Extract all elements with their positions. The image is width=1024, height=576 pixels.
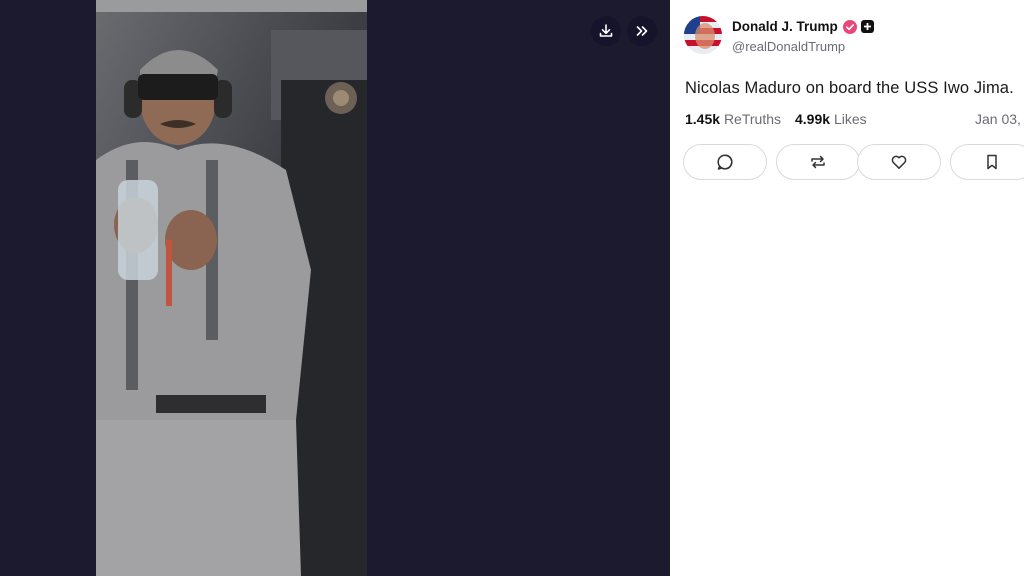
post-stats: 1.45k ReTruths 4.99k Likes (685, 111, 867, 127)
like-button[interactable] (857, 144, 941, 180)
likes-stat[interactable]: 4.99k Likes (795, 111, 867, 127)
post-actions (670, 144, 1024, 184)
post-text: Nicolas Maduro on board the USS Iwo Jima… (685, 79, 1014, 97)
retruths-count: 1.45k (685, 111, 721, 127)
reply-button[interactable] (683, 144, 767, 180)
bookmark-button[interactable] (950, 144, 1024, 180)
expand-panel-button[interactable] (627, 16, 657, 46)
retruths-stat[interactable]: 1.45k ReTruths (685, 111, 781, 127)
double-chevron-right-icon (636, 26, 648, 36)
author-handle[interactable]: @realDonaldTrump (732, 39, 874, 54)
post-panel: Donald J. Trump @realDonaldTrump Nicolas… (670, 0, 1024, 576)
author-names: Donald J. Trump @realDonaldTrump (732, 17, 874, 54)
likes-label: Likes (833, 111, 867, 127)
plus-badge-icon (860, 20, 874, 33)
bookmark-icon (987, 154, 997, 170)
media-viewer (0, 0, 670, 576)
post-date: Jan 03, (975, 111, 1021, 127)
avatar[interactable] (684, 16, 722, 54)
avatar-image (684, 16, 722, 54)
comment-icon (717, 154, 733, 170)
retruths-label: ReTruths (723, 111, 781, 127)
likes-count: 4.99k (795, 111, 831, 127)
verified-badge-icon (842, 19, 857, 34)
post-author[interactable]: Donald J. Trump @realDonaldTrump (684, 16, 874, 54)
post-photo[interactable] (96, 0, 367, 576)
heart-icon (891, 155, 907, 169)
download-button[interactable] (591, 16, 621, 46)
photo-image (96, 0, 367, 576)
repost-icon (811, 155, 825, 169)
retruth-button[interactable] (776, 144, 860, 180)
author-display-name[interactable]: Donald J. Trump (732, 19, 838, 34)
download-icon (599, 24, 613, 37)
